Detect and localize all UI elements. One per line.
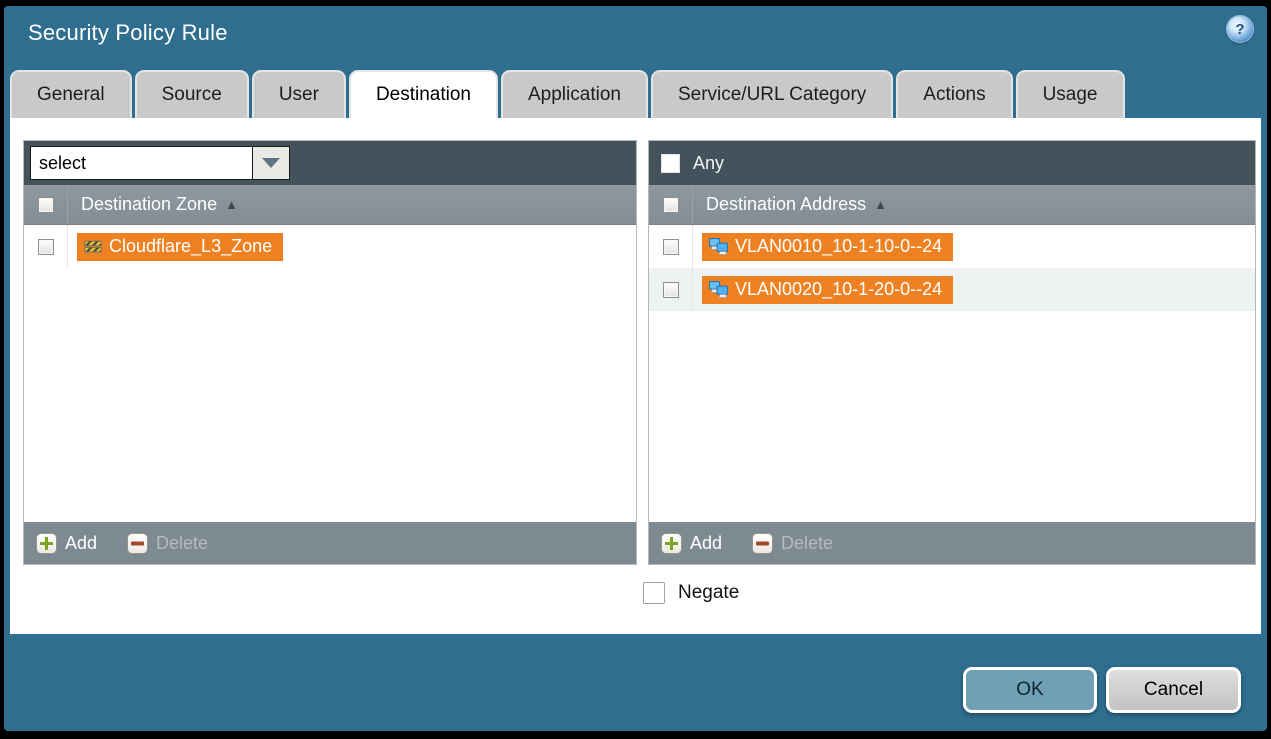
negate-checkbox[interactable] — [643, 582, 665, 604]
zone-select-combobox — [30, 146, 290, 180]
any-label: Any — [693, 153, 724, 174]
address-select-all-cell — [649, 185, 693, 224]
zone-table-row: Cloudflare_L3_Zone — [24, 225, 636, 268]
tab-bar: General Source User Destination Applicat… — [10, 70, 1125, 118]
zone-select-all-cell — [24, 185, 68, 224]
zone-column-header: Destination Zone ▲ — [24, 185, 636, 225]
zone-add-label: Add — [65, 533, 97, 554]
tab-general[interactable]: General — [10, 70, 132, 118]
zone-panel-footer: Add Delete — [24, 522, 636, 564]
address-panel-header: Any — [649, 141, 1255, 185]
zone-select-dropdown-button[interactable] — [252, 146, 290, 180]
zone-column-label: Destination Zone — [68, 194, 217, 215]
address-column-header: Destination Address ▲ — [649, 185, 1255, 225]
any-checkbox[interactable] — [661, 154, 680, 173]
tab-application[interactable]: Application — [501, 70, 648, 118]
tab-service-url-category[interactable]: Service/URL Category — [651, 70, 893, 118]
tab-source[interactable]: Source — [135, 70, 249, 118]
address-rows: VLAN0010_10-1-10-0--24 VLAN — [649, 225, 1255, 522]
address-tag-label: VLAN0020_10-1-20-0--24 — [735, 279, 942, 300]
address-column-label: Destination Address — [693, 194, 866, 215]
zone-delete-label: Delete — [156, 533, 208, 554]
delete-minus-icon — [127, 533, 148, 554]
help-icon[interactable]: ? — [1227, 16, 1253, 42]
network-address-icon — [709, 238, 728, 255]
address-row-checkbox-cell — [649, 268, 693, 311]
destination-tab-panel: Destination Zone ▲ — [10, 118, 1261, 634]
zone-barricade-icon — [84, 239, 102, 254]
negate-option: Negate — [643, 582, 739, 604]
sort-asc-icon[interactable]: ▲ — [874, 197, 887, 212]
help-question-glyph: ? — [1235, 21, 1244, 38]
zone-select-input[interactable] — [30, 146, 252, 180]
address-delete-label: Delete — [781, 533, 833, 554]
any-option: Any — [655, 153, 724, 174]
address-table-row: VLAN0010_10-1-10-0--24 — [649, 225, 1255, 268]
network-address-icon — [709, 281, 728, 298]
sort-asc-icon[interactable]: ▲ — [225, 197, 238, 212]
destination-zone-panel: Destination Zone ▲ — [23, 140, 637, 565]
tab-destination[interactable]: Destination — [349, 70, 498, 118]
zone-select-all-checkbox[interactable] — [38, 197, 54, 213]
cancel-button[interactable]: Cancel — [1106, 667, 1241, 713]
address-select-all-checkbox[interactable] — [663, 197, 679, 213]
address-add-button[interactable]: Add — [661, 533, 722, 554]
address-row-checkbox[interactable] — [663, 239, 679, 255]
address-add-label: Add — [690, 533, 722, 554]
destination-address-panel: Any Destination Address ▲ — [648, 140, 1256, 565]
address-row-checkbox-cell — [649, 225, 693, 268]
address-tag[interactable]: VLAN0010_10-1-10-0--24 — [702, 233, 953, 261]
ok-button[interactable]: OK — [963, 667, 1097, 713]
address-tag-label: VLAN0010_10-1-10-0--24 — [735, 236, 942, 257]
zone-row-checkbox-cell — [24, 225, 68, 268]
zone-add-button[interactable]: Add — [36, 533, 97, 554]
security-policy-rule-dialog: Security Policy Rule ? General Source Us… — [0, 0, 1271, 739]
zone-tag[interactable]: Cloudflare_L3_Zone — [77, 233, 283, 261]
add-plus-icon — [36, 533, 57, 554]
chevron-down-icon — [262, 158, 280, 168]
address-tag[interactable]: VLAN0020_10-1-20-0--24 — [702, 276, 953, 304]
dialog-title: Security Policy Rule — [28, 20, 228, 46]
delete-minus-icon — [752, 533, 773, 554]
address-delete-button[interactable]: Delete — [752, 533, 833, 554]
zone-rows: Cloudflare_L3_Zone — [24, 225, 636, 522]
tab-actions[interactable]: Actions — [896, 70, 1012, 118]
zone-row-checkbox[interactable] — [38, 239, 54, 255]
add-plus-icon — [661, 533, 682, 554]
tab-usage[interactable]: Usage — [1016, 70, 1125, 118]
address-panel-footer: Add Delete — [649, 522, 1255, 564]
zone-tag-label: Cloudflare_L3_Zone — [109, 236, 272, 257]
tab-user[interactable]: User — [252, 70, 346, 118]
zone-panel-header — [24, 141, 636, 185]
zone-delete-button[interactable]: Delete — [127, 533, 208, 554]
negate-label: Negate — [678, 582, 739, 604]
address-table-row: VLAN0020_10-1-20-0--24 — [649, 268, 1255, 311]
address-row-checkbox[interactable] — [663, 282, 679, 298]
